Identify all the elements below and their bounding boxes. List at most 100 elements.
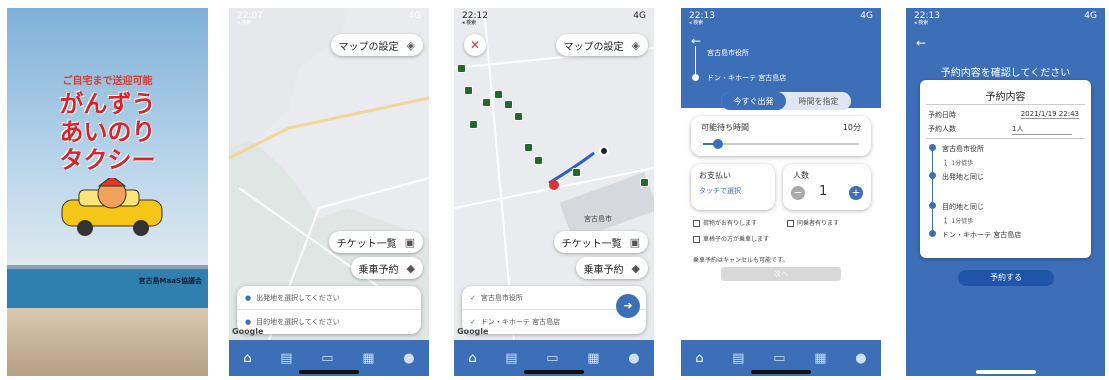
stop-4: ドン・キホーテ 宮古島店 (942, 231, 1022, 239)
tab-depart-now[interactable]: 今すぐ出発 (721, 92, 786, 110)
map-settings-label: マップの設定 (338, 41, 399, 53)
wait-slider[interactable] (703, 143, 859, 145)
bus-icon[interactable]: ▭ (321, 351, 333, 366)
divider (926, 138, 1085, 139)
wait-time-card: 可能待ち時間 10分 (691, 116, 871, 156)
direction-icon: ◆ (631, 261, 640, 275)
bus-stop-marker[interactable] (464, 86, 473, 95)
option-companion[interactable]: 同乗者有ります (787, 218, 839, 227)
map-icon[interactable]: ▤ (505, 351, 517, 366)
status-back: ◂ 検索 (689, 20, 704, 26)
option-luggage[interactable]: 荷物がお有りします (693, 218, 757, 227)
app-title: がんずう あいのり タクシー (7, 90, 208, 174)
bus-stop-marker[interactable] (469, 120, 478, 129)
cancel-note: 乗車予約はキャンセルも可能です。 (693, 257, 789, 264)
destination-field[interactable]: ● 目的地を選択してください (237, 310, 421, 334)
bus-stop-marker[interactable] (482, 98, 491, 107)
route-line (695, 46, 696, 76)
bus-stop-marker[interactable] (514, 112, 523, 121)
home-indicator (751, 370, 811, 374)
map-icon[interactable]: ▤ (732, 351, 744, 366)
walk-2-label: 1分徒歩 (951, 218, 974, 225)
bus-stop-marker[interactable] (494, 90, 503, 99)
minus-button[interactable]: − (791, 186, 805, 200)
organization-name: 宮古島MaaS協議会 (138, 277, 202, 285)
next-button[interactable]: 次へ (721, 267, 841, 281)
stop-dot (929, 202, 936, 209)
bus-stop-marker[interactable] (524, 143, 533, 152)
bus-stop-marker[interactable] (504, 100, 513, 109)
walk-1-label: 1分徒歩 (951, 160, 974, 167)
map-settings-label: マップの設定 (563, 41, 624, 53)
ticket-icon: ▣ (404, 235, 415, 249)
ticket-icon[interactable]: ▦ (362, 351, 374, 366)
splash-screen: ご自宅まで送迎可能 がんずう あいのり タクシー 宮古島MaaS協議会 (7, 8, 208, 376)
status-bar: 22:07 ◂ 検索 4G (229, 8, 429, 30)
passenger-card: 人数 − 1 + (783, 164, 871, 210)
back-arrow-icon[interactable]: ← (691, 34, 701, 48)
booking-screen: 22:13 ◂ 検索 4G ← 宮古島市役所 ドン・キホーテ 宮古島店 今すぐ出発… (681, 8, 881, 376)
user-icon[interactable]: ● (855, 351, 866, 366)
ticket-icon[interactable]: ▦ (814, 351, 826, 366)
bus-icon[interactable]: ▭ (546, 351, 558, 366)
reservation-card: 予約内容 予約日時 2021/1/19 22:43 予約人数 1人 宮古島市役所… (920, 80, 1091, 258)
payment-value: タッチで選択 (699, 187, 741, 195)
layers-icon: ◈ (406, 38, 415, 52)
option-wheelchair-label: 車椅子の方が乗車します (703, 236, 770, 243)
check-icon: ✓ (470, 318, 476, 326)
ride-reserve-button[interactable]: 乗車予約 ◆ (350, 257, 423, 279)
payment-label: お支払い (699, 171, 731, 180)
bus-stop-marker[interactable] (457, 64, 466, 73)
ticket-icon[interactable]: ▦ (587, 351, 599, 366)
checkbox[interactable] (693, 236, 700, 243)
home-icon[interactable]: ⌂ (468, 351, 476, 366)
home-icon[interactable]: ⌂ (243, 351, 251, 366)
home-indicator (524, 370, 584, 374)
bus-stop-marker[interactable] (640, 178, 649, 187)
next-arrow-button[interactable]: ➜ (616, 294, 640, 318)
wait-value: 10分 (842, 123, 861, 132)
divider (926, 104, 1085, 105)
mascot-taxi-illustration (61, 178, 163, 236)
ticket-icon: ▣ (629, 235, 640, 249)
close-icon[interactable]: ✕ (464, 34, 486, 56)
option-companion-label: 同乗者有ります (797, 220, 840, 227)
tagline: ご自宅まで送迎可能 (62, 76, 153, 87)
origin-field[interactable]: ● 出発地を選択してください (237, 286, 421, 310)
map-settings-button[interactable]: マップの設定 ◈ (330, 34, 423, 56)
bus-icon[interactable]: ▭ (773, 351, 785, 366)
stop-dot (929, 172, 936, 179)
status-back: ◂ 検索 (237, 20, 252, 26)
user-icon[interactable]: ● (403, 351, 414, 366)
wait-label: 可能待ち時間 (701, 123, 749, 132)
map-settings-button[interactable]: マップの設定 ◈ (555, 34, 648, 56)
bus-stop-marker[interactable] (534, 156, 543, 165)
ticket-list-button[interactable]: チケット一覧 ▣ (328, 231, 423, 253)
status-signal: 4G (408, 11, 421, 21)
checkbox[interactable] (787, 220, 794, 227)
stop-2: 出発地と同じ (942, 173, 984, 181)
route-timeline (932, 148, 933, 234)
map-screen: 22:07 ◂ 検索 4G マップの設定 ◈ チケット一覧 ▣ 乗車予約 ◆ ● 出… (229, 8, 429, 376)
ticket-list-label: チケット一覧 (336, 238, 397, 250)
ride-reserve-button[interactable]: 乗車予約 ◆ (575, 257, 648, 279)
tab-schedule[interactable]: 時間を指定 (786, 92, 851, 110)
option-wheelchair[interactable]: 車椅子の方が乗車します (693, 234, 769, 243)
plus-button[interactable]: + (849, 186, 863, 200)
reserve-button[interactable]: 予約する (958, 270, 1054, 286)
payment-card[interactable]: お支払い タッチで選択 (691, 164, 775, 210)
user-icon[interactable]: ● (628, 351, 639, 366)
map-route-screen: 22:12 ◂ 検索 4G ✕ マップの設定 ◈ 宮古島市 チケット一覧 ▣ 乗車… (454, 8, 654, 376)
status-back: ◂ 検索 (462, 20, 477, 26)
home-icon[interactable]: ⌂ (695, 351, 703, 366)
ride-reserve-label: 乗車予約 (358, 264, 399, 276)
city-label: 宮古島市 (584, 215, 612, 223)
back-arrow-icon[interactable]: ← (916, 36, 926, 50)
wait-slider-thumb[interactable] (713, 139, 723, 149)
ticket-list-button[interactable]: チケット一覧 ▣ (553, 231, 648, 253)
bus-stop-marker[interactable] (572, 168, 581, 177)
pax-label: 予約人数 (928, 125, 956, 133)
checkbox[interactable] (693, 220, 700, 227)
status-signal: 4G (1084, 11, 1097, 21)
map-icon[interactable]: ▤ (280, 351, 292, 366)
